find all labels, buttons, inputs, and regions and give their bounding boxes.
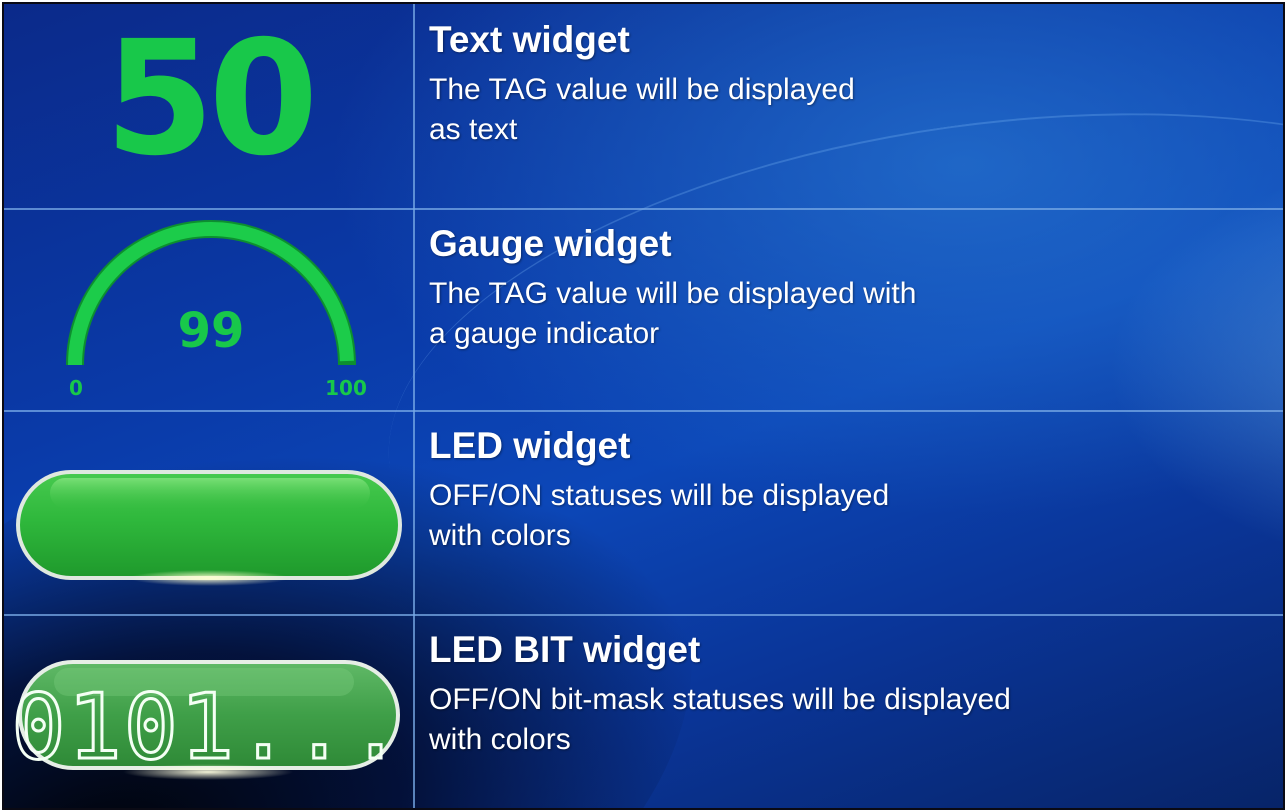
description-line: OFF/ON bit-mask statuses will be display… [429, 683, 1011, 716]
gauge-graphic: 99 0 100 [66, 220, 367, 400]
description-line: with colors [429, 519, 571, 552]
text-widget-row: 50 Text widget The TAG value will be dis… [4, 4, 1283, 208]
text-widget-value: 50 [104, 7, 319, 191]
text-widget-title: Text widget [429, 19, 630, 60]
led-bit-widget-preview: 0101... [4, 616, 413, 808]
led-bit-widget-description: OFF/ON bit-mask statuses will be display… [429, 680, 1189, 760]
led-bit-widget-title: LED BIT widget [429, 629, 701, 670]
led-glow [129, 570, 289, 586]
description-line: The TAG value will be displayed with [429, 277, 917, 310]
led-highlight [50, 478, 370, 508]
led-widget-row: LED widget OFF/ON statuses will be displ… [4, 412, 1283, 614]
gauge-widget-description: The TAG value will be displayed with a g… [429, 274, 1189, 354]
gauge-widget-row: 99 0 100 Gauge widget The TAG value will… [4, 210, 1283, 410]
text-widget-description: The TAG value will be displayed as text [429, 70, 1189, 150]
description-line: The TAG value will be displayed [429, 73, 855, 106]
led-bit-widget-row: 0101... LED BIT widget OFF/ON bit-mask s… [4, 616, 1283, 808]
gauge-min-label: 0 [69, 376, 83, 400]
text-widget-info: Text widget The TAG value will be displa… [429, 4, 1283, 208]
led-widget-title: LED widget [429, 425, 631, 466]
gauge-widget-title: Gauge widget [429, 223, 672, 264]
led-bit-graphic: 0101... [10, 660, 404, 782]
led-bit-widget-info: LED BIT widget OFF/ON bit-mask statuses … [429, 616, 1283, 808]
widget-help-panel: 50 Text widget The TAG value will be dis… [2, 2, 1285, 810]
led-widget-description: OFF/ON statuses will be displayed with c… [429, 476, 1189, 556]
led-graphic [16, 470, 402, 586]
text-widget-preview: 50 [4, 4, 413, 208]
description-line: as text [429, 113, 518, 146]
led-bit-glow [123, 764, 293, 780]
description-line: OFF/ON statuses will be displayed [429, 479, 890, 512]
gauge-value: 99 [178, 303, 245, 359]
description-line: a gauge indicator [429, 317, 660, 350]
gauge-widget-preview: 99 0 100 [4, 210, 413, 410]
gauge-max-label: 100 [325, 376, 367, 400]
gauge-widget-info: Gauge widget The TAG value will be displ… [429, 210, 1283, 410]
led-widget-preview [4, 412, 413, 614]
led-widget-info: LED widget OFF/ON statuses will be displ… [429, 412, 1283, 614]
description-line: with colors [429, 723, 571, 756]
